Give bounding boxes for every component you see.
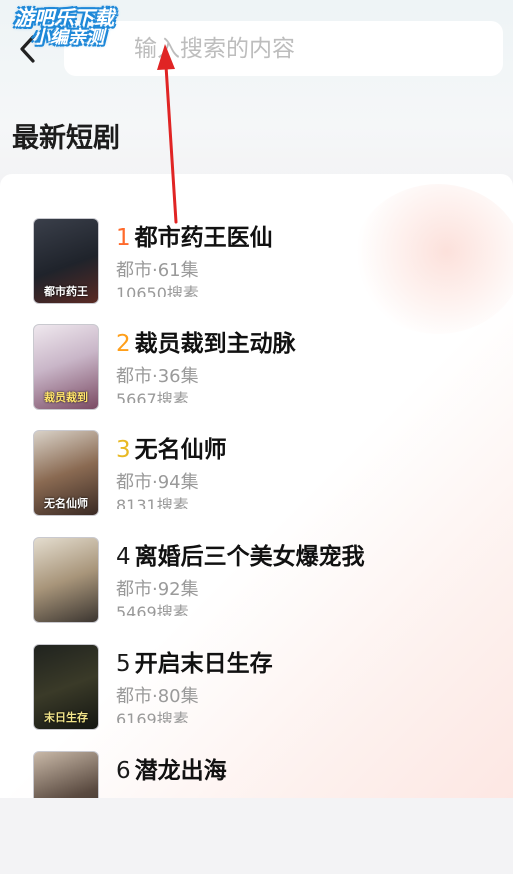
list-item[interactable]: 无名仙师 3 无名仙师 都市·94集 8131搜素 (0, 430, 513, 530)
watermark-line-1: 游吧乐下载 (14, 6, 114, 30)
drama-meta: 都市·94集 (116, 472, 199, 493)
drama-heat: 6169搜素 (116, 710, 189, 723)
cover-caption: 无名仙师 (44, 497, 88, 510)
drama-title[interactable]: 4 离婚后三个美女爆宠我 (116, 537, 365, 571)
search-input[interactable] (134, 35, 464, 62)
watermark-logo: 游吧乐下载 小编亲测 (14, 8, 114, 48)
rank-number: 6 (116, 758, 131, 784)
drama-list: 都市药王 1 都市药王医仙 都市·61集 10650搜素 裁员裁到 2 裁员裁到主动… (0, 174, 513, 798)
watermark-line-2: 小编亲测 (32, 27, 104, 48)
cover-caption: 末日生存 (44, 711, 88, 724)
cover-caption: 裁员裁到 (44, 391, 88, 404)
drama-title[interactable]: 3 无名仙师 (116, 430, 227, 464)
rank-number: 3 (116, 437, 131, 463)
drama-title[interactable]: 1 都市药王医仙 (116, 218, 273, 252)
drama-name: 裁员裁到主动脉 (134, 331, 296, 357)
drama-cover[interactable]: 末日生存 (33, 644, 99, 730)
section-title: 最新短剧 (12, 123, 120, 154)
drama-cover[interactable] (33, 537, 99, 623)
drama-cover[interactable]: 都市药王 (33, 218, 99, 304)
search-bar[interactable] (64, 21, 503, 76)
rank-number: 1 (116, 225, 131, 251)
rank-number: 5 (116, 651, 131, 677)
list-item[interactable]: 4 离婚后三个美女爆宠我 都市·92集 5469搜素 (0, 537, 513, 637)
drama-heat: 5469搜素 (116, 603, 189, 616)
drama-name: 潜龙出海 (134, 758, 227, 784)
drama-meta: 都市·36集 (116, 366, 199, 387)
drama-heat: 5667搜素 (116, 390, 189, 403)
drama-meta: 都市·80集 (116, 686, 199, 707)
list-item[interactable]: 6 潜龙出海 (0, 751, 513, 798)
list-item[interactable]: 末日生存 5 开启末日生存 都市·80集 6169搜素 (0, 644, 513, 744)
drama-name: 都市药王医仙 (134, 225, 273, 251)
rank-number: 4 (116, 544, 131, 570)
drama-name: 开启末日生存 (134, 651, 273, 677)
drama-meta: 都市·61集 (116, 260, 199, 281)
list-item[interactable]: 裁员裁到 2 裁员裁到主动脉 都市·36集 5667搜素 (0, 324, 513, 424)
drama-meta: 都市·92集 (116, 579, 199, 600)
drama-cover[interactable] (33, 751, 99, 798)
rank-number: 2 (116, 331, 131, 357)
list-item[interactable]: 都市药王 1 都市药王医仙 都市·61集 10650搜素 (0, 218, 513, 318)
drama-title[interactable]: 6 潜龙出海 (116, 751, 227, 785)
cover-caption: 都市药王 (44, 285, 88, 298)
drama-heat: 10650搜素 (116, 284, 199, 297)
drama-heat: 8131搜素 (116, 496, 189, 509)
drama-name: 离婚后三个美女爆宠我 (134, 544, 365, 570)
drama-title[interactable]: 2 裁员裁到主动脉 (116, 324, 296, 358)
drama-cover[interactable]: 裁员裁到 (33, 324, 99, 410)
drama-title[interactable]: 5 开启末日生存 (116, 644, 273, 678)
drama-name: 无名仙师 (134, 437, 227, 463)
drama-cover[interactable]: 无名仙师 (33, 430, 99, 516)
